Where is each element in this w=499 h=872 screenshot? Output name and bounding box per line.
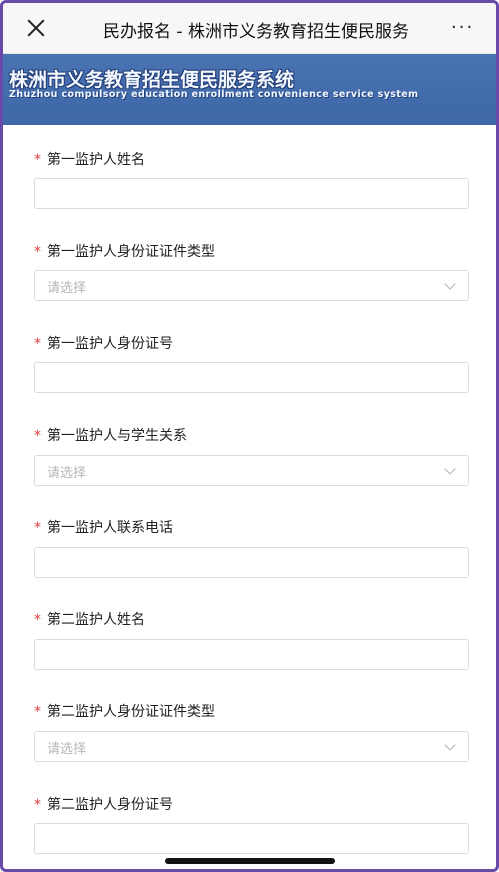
- banner-title-en: Zhuzhou compulsory education enrollment …: [9, 89, 419, 100]
- guardian2-id-number-input[interactable]: [34, 823, 469, 854]
- chevron-down-icon: [444, 278, 456, 290]
- required-mark: *: [34, 797, 41, 813]
- field-label-guardian1-name: * 第一监护人姓名: [34, 152, 145, 168]
- required-mark: *: [34, 428, 41, 444]
- required-mark: *: [34, 520, 41, 536]
- guardian1-id-number-input[interactable]: [34, 362, 469, 393]
- guardian1-id-type-select[interactable]: 请选择: [34, 270, 469, 301]
- field-label-guardian1-id-number: * 第一监护人身份证号: [34, 336, 173, 352]
- field-label-guardian2-id-number: * 第二监护人身份证号: [34, 797, 173, 813]
- guardian1-phone-input[interactable]: [34, 547, 469, 578]
- required-mark: *: [34, 152, 41, 168]
- field-label-guardian2-name: * 第二监护人姓名: [34, 612, 145, 628]
- banner-title-cn: 株洲市义务教育招生便民服务系统: [9, 69, 295, 91]
- guardian2-name-input[interactable]: [34, 639, 469, 670]
- more-icon[interactable]: ···: [451, 17, 474, 38]
- required-mark: *: [34, 244, 41, 260]
- select-placeholder: 请选择: [47, 742, 87, 757]
- required-mark: *: [34, 704, 41, 720]
- field-label-guardian1-id-type: * 第一监护人身份证证件类型: [34, 244, 215, 260]
- phone-frame: 民办报名 - 株洲市义务教育招生便民服务系统 ··· 株洲市义务教育招生便民服务…: [0, 0, 499, 872]
- field-label-guardian1-phone: * 第一监护人联系电话: [34, 520, 173, 536]
- page-title: 民办报名 - 株洲市义务教育招生便民服务系统: [103, 22, 409, 42]
- close-icon[interactable]: [25, 17, 47, 39]
- required-mark: *: [34, 336, 41, 352]
- guardian2-id-type-select[interactable]: 请选择: [34, 731, 469, 762]
- top-nav-bar: 民办报名 - 株洲市义务教育招生便民服务系统 ···: [3, 3, 496, 54]
- guardian1-relation-select[interactable]: 请选择: [34, 455, 469, 486]
- chevron-down-icon: [444, 463, 456, 475]
- required-mark: *: [34, 612, 41, 628]
- chevron-down-icon: [444, 739, 456, 751]
- guardian1-name-input[interactable]: [34, 178, 469, 209]
- field-label-guardian2-id-type: * 第二监护人身份证证件类型: [34, 704, 215, 720]
- field-label-guardian1-relation: * 第一监护人与学生关系: [34, 428, 187, 444]
- home-indicator[interactable]: [165, 858, 335, 864]
- select-placeholder: 请选择: [47, 281, 87, 296]
- select-placeholder: 请选择: [47, 466, 87, 481]
